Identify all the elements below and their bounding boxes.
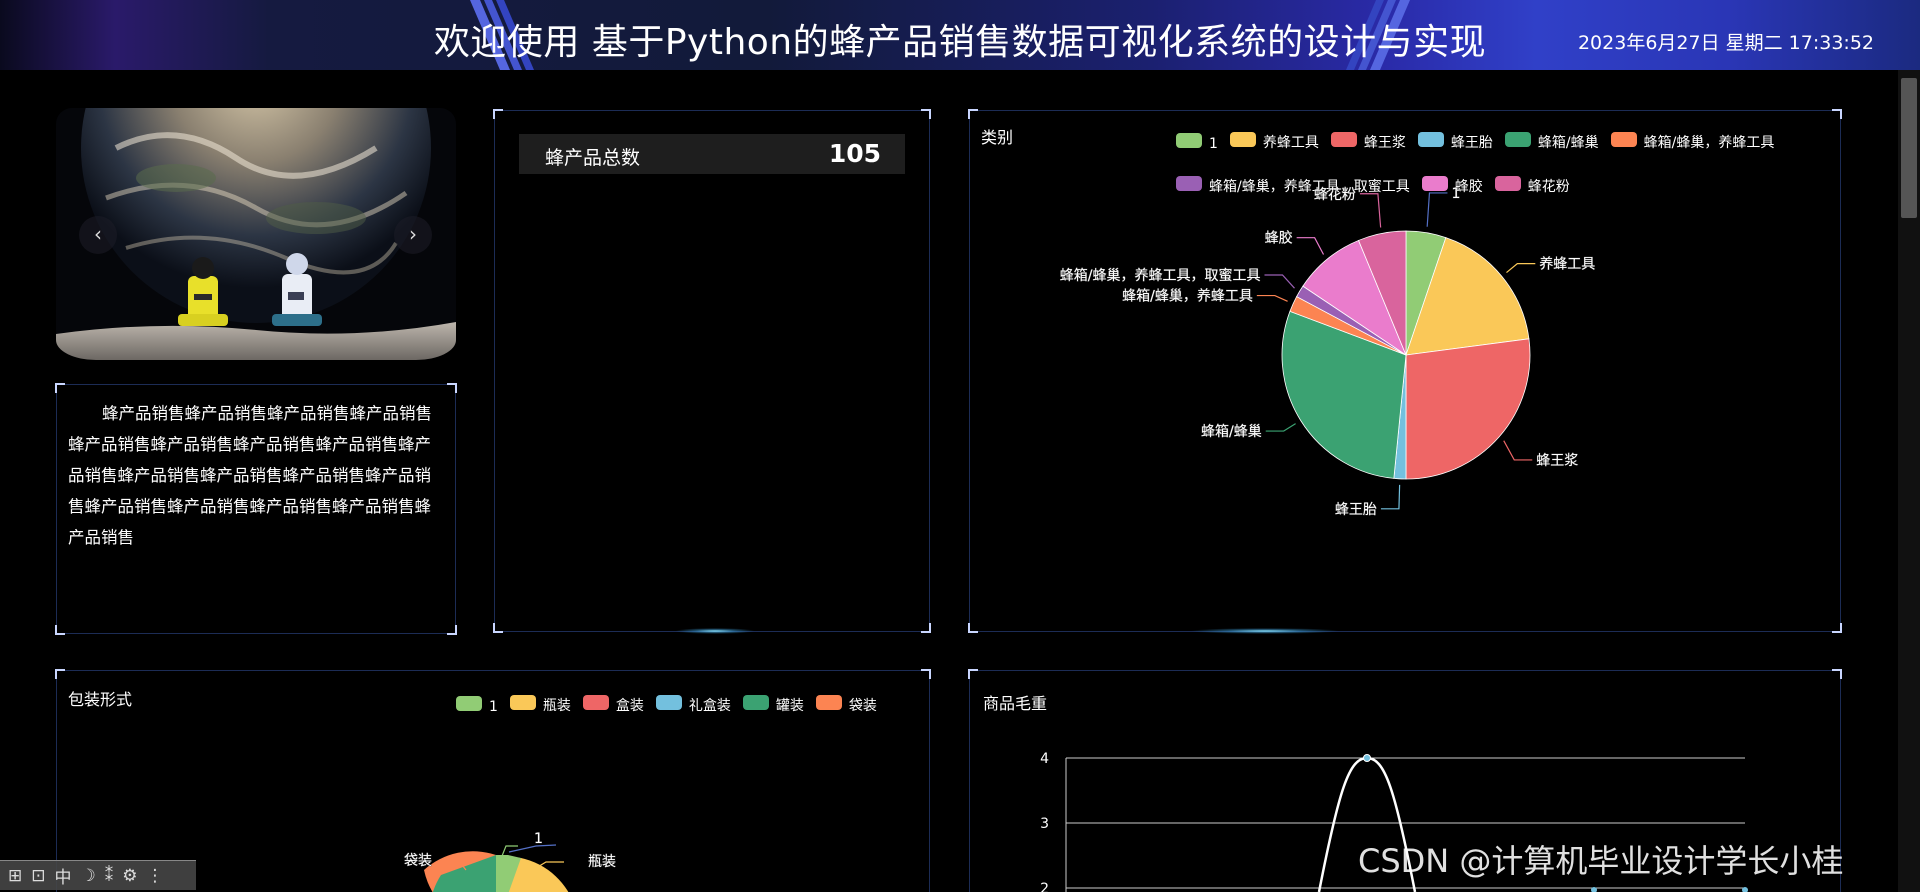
package-legend: 1 瓶装 盒装 礼盒装 罐装 袋装 <box>456 695 877 715</box>
more-icon[interactable]: ⋮ <box>147 866 164 886</box>
stat-value: 105 <box>828 139 881 168</box>
category-slice-label: 蜂箱/蜂巢，养蜂工具，取蜜工具 <box>1060 268 1261 284</box>
category-slice-label: 蜂胶 <box>1265 230 1293 247</box>
weight-chart-title: 商品毛重 <box>983 694 1048 713</box>
product-total-stat: 蜂产品总数 105 <box>519 134 905 174</box>
chevron-left-icon: ‹ <box>94 222 102 246</box>
category-label-line <box>1380 484 1401 510</box>
category-slice-label: 蜂花粉 <box>1314 187 1356 203</box>
moon-icon[interactable]: ☽ <box>81 866 96 886</box>
category-pie-chart: 1 养蜂工具蜂王浆蜂王胎 蜂箱/蜂巢 蜂箱/蜂巢，养蜂工具 蜂箱/蜂巢，养蜂工具，取蜜工… <box>1059 186 1595 519</box>
category-slice-label: 蜂王浆 <box>1536 453 1578 469</box>
panel-glow <box>675 628 755 634</box>
legend-item[interactable]: 礼盒装 <box>655 695 731 715</box>
category-label-line <box>1265 423 1296 432</box>
grid-icon[interactable]: ⊞ <box>8 866 22 886</box>
category-label-line <box>1264 274 1295 289</box>
stat-panel <box>493 109 931 634</box>
y-tick-label: 4 <box>1040 751 1049 767</box>
package-chart-title: 包装形式 <box>68 690 133 709</box>
legend-item[interactable]: 盒装 <box>582 695 644 715</box>
legend-item[interactable]: 罐装 <box>742 695 804 715</box>
panel-icon[interactable]: ⊡ <box>31 866 45 886</box>
gear-icon[interactable]: ⚙ <box>122 866 137 886</box>
y-tick-label: 3 <box>1040 816 1049 832</box>
chinese-mode-icon[interactable]: 中 <box>55 863 72 888</box>
legend-item[interactable]: 袋装 <box>815 695 877 715</box>
category-label-line <box>1426 192 1448 227</box>
category-label-line <box>1503 440 1533 461</box>
page-scrollbar-thumb[interactable] <box>1901 78 1917 218</box>
chevron-right-icon: › <box>409 222 417 246</box>
package-label-bottle: 瓶装 <box>588 854 616 870</box>
carousel-prev-button[interactable]: ‹ <box>79 216 117 254</box>
category-label-line <box>1296 237 1325 255</box>
line-point <box>1363 754 1371 762</box>
ime-toolbar[interactable]: ⊞ ⊡ 中 ☽ ⁑ ⚙ ⋮ <box>0 860 196 890</box>
datetime-clock: 2023年6月27日 星期二 17:33:52 <box>1577 32 1874 54</box>
category-slice[interactable] <box>1405 338 1531 480</box>
category-slice-label: 蜂箱/蜂巢，养蜂工具 <box>1122 289 1253 305</box>
category-label-line <box>1506 263 1536 273</box>
stat-label: 蜂产品总数 <box>545 147 641 169</box>
package-label-1: 1 <box>534 831 543 847</box>
category-slice-label: 蜂箱/蜂巢 <box>1201 424 1262 440</box>
y-tick-label: 2 <box>1040 881 1049 892</box>
category-slice-label: 蜂王胎 <box>1335 502 1377 518</box>
legend-item[interactable]: 1 <box>456 695 498 715</box>
intro-text: 蜂产品销售蜂产品销售蜂产品销售蜂产品销售蜂产品销售蜂产品销售蜂产品销售蜂产品销售… <box>68 404 432 547</box>
header-bar: 欢迎使用 基于Python的蜂产品销售数据可视化系统的设计与实现 2023年6月… <box>0 0 1920 70</box>
category-slice-label: 1 <box>1451 186 1460 202</box>
csdn-watermark: CSDN @计算机毕业设计学长小桂 <box>1358 842 1844 880</box>
category-label-line <box>1256 294 1288 302</box>
category-slice-label: 养蜂工具 <box>1539 257 1595 273</box>
package-label-bag: 袋装 <box>404 853 432 869</box>
carousel-next-button[interactable]: › <box>394 216 432 254</box>
punctuation-icon[interactable]: ⁑ <box>105 866 114 886</box>
legend-item[interactable]: 瓶装 <box>509 695 571 715</box>
category-label-line <box>1359 193 1382 228</box>
